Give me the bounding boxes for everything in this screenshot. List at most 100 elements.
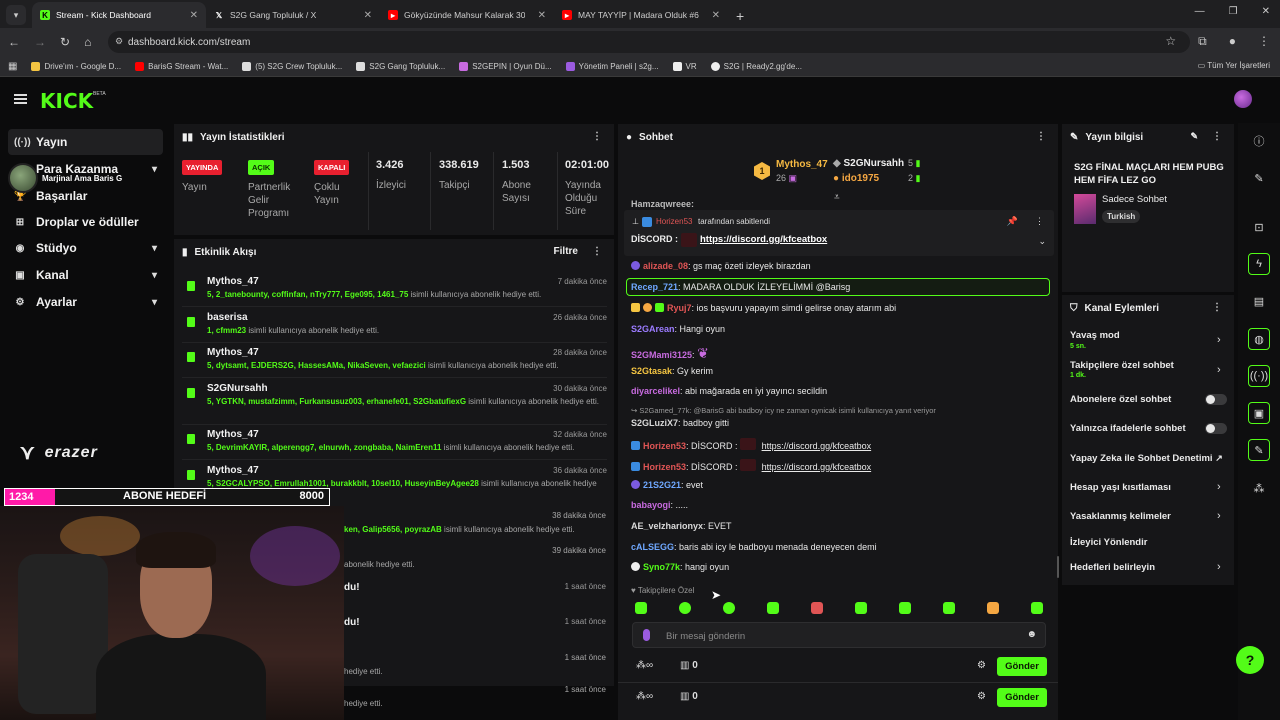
chat-link[interactable]: https://discord.gg/kfceatbox — [762, 441, 872, 451]
wrench-icon[interactable]: ✎ — [1248, 439, 1270, 461]
chat-user[interactable]: babayogi — [631, 500, 671, 510]
chat-link[interactable]: https://discord.gg/kfceatbox — [762, 462, 872, 472]
leaderboard-user[interactable]: S2GNursahh — [843, 158, 904, 169]
emote-button[interactable] — [635, 602, 647, 614]
forward-icon[interactable]: → — [34, 35, 46, 49]
chat-user[interactable]: diyarcelikel — [631, 386, 680, 396]
chat-user[interactable]: S2Gtasak — [631, 366, 672, 376]
new-tab-button[interactable]: + — [736, 8, 744, 24]
emote-button[interactable] — [987, 602, 999, 614]
pinned-by-user[interactable]: Horizen53 — [656, 217, 692, 226]
more-icon[interactable]: ⋮ — [1212, 131, 1222, 142]
profile-icon[interactable]: ● — [1229, 34, 1236, 49]
chat-message-input[interactable]: Bir mesaj gönderin ☻ — [632, 622, 1046, 648]
subs-chat-toggle[interactable] — [1205, 394, 1227, 405]
collapse-icon[interactable]: ⩡ — [834, 192, 840, 203]
store-icon[interactable]: ▥ — [680, 660, 689, 671]
tag-chip[interactable]: Turkish — [1102, 210, 1141, 223]
bookmark-item[interactable]: S2G | Ready2.gg'de... — [710, 61, 802, 71]
crop-icon[interactable]: ⊡ — [1248, 216, 1270, 238]
emoji-icon[interactable]: ☻ — [1026, 629, 1037, 640]
emote-button[interactable] — [679, 602, 691, 614]
chat-user[interactable]: AE_velzharionyx — [631, 521, 703, 531]
lightning-icon[interactable]: ϟ — [1248, 253, 1270, 275]
ai-moderation-row[interactable]: Yapay Zeka ile Sohbet Denetimi ↗ — [1070, 453, 1223, 464]
activity-user[interactable]: Mythos_47 — [207, 276, 259, 287]
emote-chat-toggle[interactable] — [1205, 423, 1227, 434]
tab-search-button[interactable]: ▾ — [6, 5, 26, 25]
more-icon[interactable]: ⋮ — [1212, 302, 1222, 313]
more-icon[interactable]: ⋮ — [1036, 131, 1046, 142]
chevron-down-icon[interactable]: ⌄ — [1038, 236, 1046, 247]
bookmark-item[interactable]: Drive'ım - Google D... — [31, 61, 121, 71]
activity-user[interactable]: Mythos_47 — [207, 429, 259, 440]
chat-user[interactable]: Hamzaqwreee: — [631, 199, 694, 209]
more-icon[interactable]: ⋮ — [592, 131, 602, 142]
emote-button[interactable] — [899, 602, 911, 614]
edit-icon[interactable]: ✎ — [1190, 131, 1198, 142]
activity-user[interactable]: S2GNursahh — [207, 383, 268, 394]
menu-icon[interactable]: ⋮ — [1258, 34, 1270, 49]
chevron-right-icon[interactable]: › — [1217, 334, 1221, 346]
chat-user[interactable]: S2GMami3125 — [631, 350, 692, 360]
info-icon[interactable]: ⓘ — [1248, 130, 1270, 152]
emote-button[interactable] — [943, 602, 955, 614]
points-icon[interactable]: ⁂∞ — [636, 691, 653, 702]
account-age-label[interactable]: Hesap yaşı kısıtlaması — [1070, 482, 1171, 493]
chat-user[interactable]: 21S2G21 — [643, 480, 681, 490]
emote-button[interactable] — [723, 602, 735, 614]
category-name[interactable]: Sadece Sohbet — [1102, 194, 1167, 205]
bookmark-item[interactable]: Yönetim Paneli | s2g... — [565, 61, 659, 71]
send-button[interactable]: Gönder — [997, 657, 1047, 676]
chat-user[interactable]: S2GLuziX7 — [631, 418, 678, 428]
chat-user[interactable]: Recep_721 — [631, 282, 678, 292]
redirect-label[interactable]: İzleyici Yönlendir — [1070, 537, 1147, 548]
close-icon[interactable]: ✕ — [538, 10, 546, 21]
leaderboard-user[interactable]: Mythos_47 — [776, 159, 828, 170]
user-avatar[interactable] — [1234, 90, 1252, 108]
activity-user[interactable]: Mythos_47 — [207, 347, 259, 358]
microphone-icon[interactable] — [643, 629, 650, 641]
layout-icon[interactable]: ▣ — [1248, 402, 1270, 424]
sidebar-item-studyo[interactable]: ◉ Stüdyo ▾ — [8, 235, 163, 261]
chat-settings-icon[interactable]: ⚙ — [977, 660, 986, 671]
browser-tab-1[interactable]: 𝕏 S2G Gang Topluluk / X ✕ — [206, 2, 380, 28]
activity-user[interactable]: Mythos_47 — [207, 465, 259, 476]
emote-button[interactable] — [811, 602, 823, 614]
chat-user[interactable]: S2GArean — [631, 324, 675, 334]
chat-user[interactable]: alizade_08 — [643, 261, 688, 271]
back-icon[interactable]: ← — [8, 35, 20, 49]
category-thumbnail[interactable] — [1074, 194, 1096, 224]
close-icon[interactable]: ✕ — [364, 10, 372, 21]
activity-user[interactable]: baserisa — [207, 312, 248, 323]
chevron-right-icon[interactable]: › — [1217, 510, 1221, 522]
chat-bubble-icon[interactable]: ◍ — [1248, 328, 1270, 350]
chat-scrollbar[interactable] — [1057, 556, 1059, 578]
chevron-right-icon[interactable]: › — [1217, 561, 1221, 573]
followers-chat-label[interactable]: Takipçilere özel sohbet — [1070, 360, 1174, 371]
share-icon[interactable]: ⁂ — [1248, 477, 1270, 499]
goals-label[interactable]: Hedefleri belirleyin — [1070, 562, 1155, 573]
chat-user[interactable]: Horizen53 — [643, 462, 686, 472]
home-icon[interactable]: ⌂ — [84, 35, 91, 49]
all-bookmarks[interactable]: ▭ Tüm Yer İşaretleri — [1198, 61, 1270, 70]
sidebar-item-kanal[interactable]: ▣ Kanal ▾ — [8, 262, 163, 288]
apps-icon[interactable]: ▦ — [8, 61, 17, 72]
close-icon[interactable]: ✕ — [712, 10, 720, 21]
pencil-icon[interactable]: ✎ — [1248, 167, 1270, 189]
leaderboard-user[interactable]: ido1975 — [842, 173, 879, 184]
more-icon[interactable]: ⋮ — [1035, 216, 1044, 227]
bookmark-item[interactable]: S2G Gang Topluluk... — [356, 61, 445, 71]
pinned-link[interactable]: https://discord.gg/kfceatbox — [700, 234, 827, 245]
help-icon[interactable]: ? — [1236, 646, 1264, 674]
points-icon[interactable]: ⁂∞ — [636, 660, 653, 671]
more-icon[interactable]: ⋮ — [592, 246, 602, 257]
site-info-icon[interactable]: ⚙ — [115, 36, 123, 47]
bookmark-star-icon[interactable]: ☆ — [1165, 34, 1176, 49]
reload-icon[interactable]: ↻ — [60, 35, 70, 49]
bookmark-item[interactable]: BarisG Stream - Wat... — [135, 61, 228, 71]
chat-user[interactable]: Ryuj7 — [667, 303, 692, 313]
browser-tab-0[interactable]: K Stream - Kick Dashboard ✕ — [32, 2, 206, 28]
chat-settings-icon[interactable]: ⚙ — [977, 691, 986, 702]
bookmark-item[interactable]: S2GEPIN | Oyun Dü... — [459, 61, 552, 71]
